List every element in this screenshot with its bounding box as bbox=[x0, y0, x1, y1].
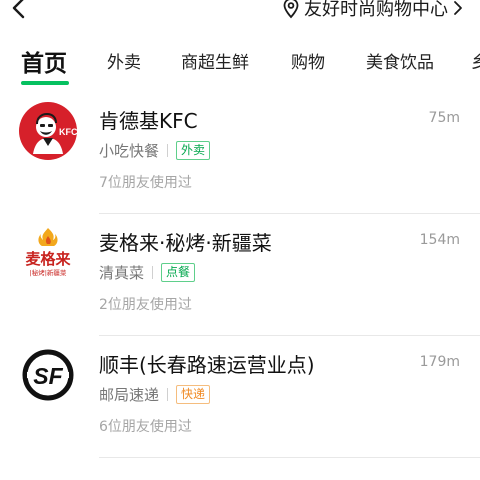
sf-logo-text: SF bbox=[33, 363, 63, 389]
location-selector[interactable]: 友好时尚购物中心 bbox=[282, 0, 464, 22]
maigelai-logo-subtext: |秘烤|新疆菜 bbox=[30, 268, 67, 277]
chevron-left-icon bbox=[12, 0, 25, 19]
list-item[interactable]: SF 顺丰(长春路速运营业点) 179m 邮局速递 快递 6位朋友使用过 bbox=[0, 336, 480, 458]
kfc-logo-icon: KFC bbox=[19, 102, 78, 160]
tab-food-drinks[interactable]: 美食饮品 bbox=[366, 48, 434, 73]
store-distance: 154m bbox=[419, 232, 460, 248]
store-name: 麦格来·秘烤·新疆菜 bbox=[99, 231, 272, 255]
divider bbox=[99, 457, 480, 458]
chevron-right-icon bbox=[454, 1, 462, 15]
maigelai-logo-icon: 麦格来 |秘烤|新疆菜 bbox=[19, 224, 77, 282]
back-button[interactable] bbox=[8, 0, 32, 22]
store-list: KFC 肯德基KFC 75m 小吃快餐 外卖 7位朋友使用过 麦格来 |秘烤|新… bbox=[0, 92, 480, 458]
meta-separator bbox=[152, 265, 154, 279]
tab-takeout[interactable]: 外卖 bbox=[107, 48, 141, 73]
friends-used: 6位朋友使用过 bbox=[99, 419, 192, 435]
tab-supermarket[interactable]: 商超生鲜 bbox=[181, 48, 249, 73]
location-name: 友好时尚购物中心 bbox=[304, 0, 448, 20]
kfc-logo-text: KFC bbox=[59, 127, 77, 137]
service-tag: 外卖 bbox=[176, 140, 211, 160]
store-category: 清真菜 bbox=[99, 263, 145, 282]
meta-separator bbox=[167, 143, 169, 157]
tab-overflow[interactable]: 乡 bbox=[471, 48, 480, 73]
friends-used: 2位朋友使用过 bbox=[99, 297, 192, 313]
sf-express-logo-icon: SF bbox=[19, 346, 77, 404]
list-item[interactable]: KFC 肯德基KFC 75m 小吃快餐 外卖 7位朋友使用过 bbox=[0, 92, 480, 214]
service-tag: 快递 bbox=[176, 384, 211, 404]
store-meta: 小吃快餐 外卖 bbox=[99, 140, 211, 160]
tab-home[interactable]: 首页 bbox=[21, 44, 67, 78]
store-name: 肯德基KFC bbox=[99, 109, 198, 133]
category-tabs: 首页 外卖 商超生鲜 购物 美食饮品 乡 bbox=[0, 40, 480, 88]
active-tab-indicator bbox=[21, 81, 69, 85]
maigelai-logo-text: 麦格来 bbox=[25, 250, 71, 268]
store-distance: 179m bbox=[419, 354, 460, 370]
service-tag: 点餐 bbox=[161, 262, 196, 282]
store-category: 小吃快餐 bbox=[99, 141, 160, 160]
tab-shopping[interactable]: 购物 bbox=[291, 48, 325, 73]
store-meta: 邮局速递 快递 bbox=[99, 384, 211, 404]
store-name: 顺丰(长春路速运营业点) bbox=[99, 353, 315, 377]
store-meta: 清真菜 点餐 bbox=[99, 262, 196, 282]
friends-used: 7位朋友使用过 bbox=[99, 175, 192, 191]
top-bar: 友好时尚购物中心 bbox=[0, 0, 480, 28]
meta-separator bbox=[167, 387, 169, 401]
list-item[interactable]: 麦格来 |秘烤|新疆菜 麦格来·秘烤·新疆菜 154m 清真菜 点餐 2位朋友使… bbox=[0, 214, 480, 336]
map-pin-icon bbox=[283, 0, 299, 19]
store-category: 邮局速递 bbox=[99, 385, 160, 404]
store-distance: 75m bbox=[428, 110, 460, 126]
